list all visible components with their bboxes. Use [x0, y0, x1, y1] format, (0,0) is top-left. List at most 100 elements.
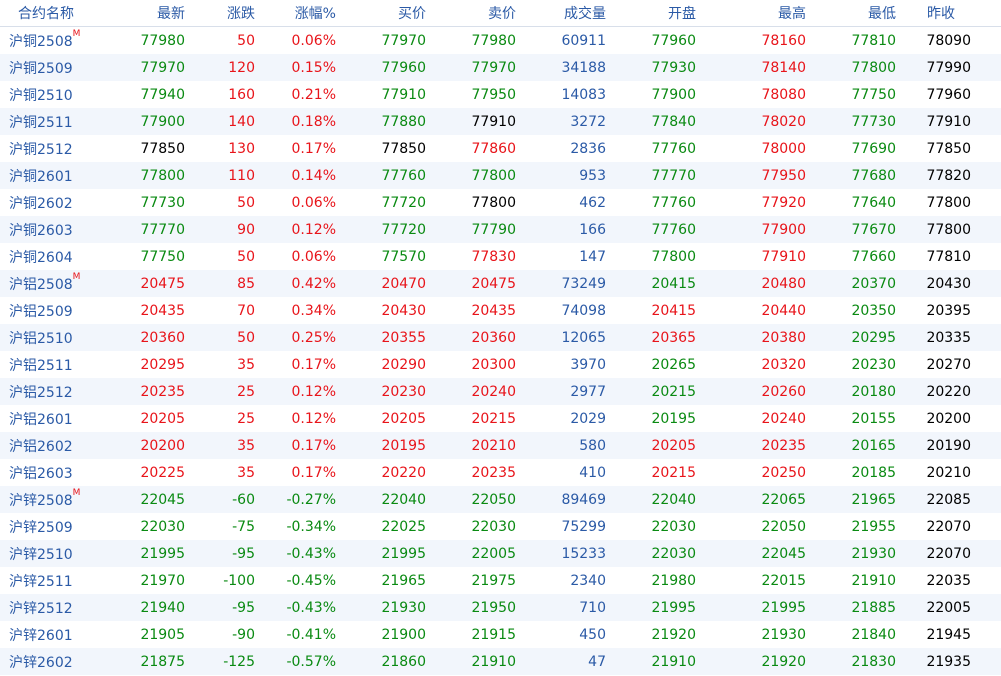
cell-volume: 3970: [570, 356, 606, 373]
table-row[interactable]: 沪锌2511 21970 -100 -0.45% 21965 21975 2340 21980…: [0, 567, 1001, 594]
cell-low: 20350: [851, 302, 896, 319]
cell-last: 21875: [140, 653, 185, 670]
table-row[interactable]: 沪铜2511 77900 140 0.18% 77880 77910 3272 77840 78…: [0, 108, 1001, 135]
main-contract-badge: M: [72, 487, 81, 498]
table-row[interactable]: 沪铝2509 20435 70 0.34% 20430 20435 74098 20415 20…: [0, 297, 1001, 324]
cell-contract-name: 沪铝2603: [0, 463, 105, 483]
cell-high: 77920: [761, 194, 806, 211]
cell-change-pct: 0.06%: [291, 248, 336, 265]
table-row[interactable]: 沪铜2509 77970 120 0.15% 77960 77970 34188 77930 7…: [0, 54, 1001, 81]
cell-high: 20440: [761, 302, 806, 319]
cell-change-pct: 0.21%: [291, 86, 336, 103]
table-row[interactable]: 沪锌2508 M 22045 -60 -0.27% 22040 22050 89469 2204…: [0, 486, 1001, 513]
cell-open: 20215: [651, 464, 696, 481]
contract-name-text: 沪铝2509: [9, 303, 73, 320]
cell-low: 77810: [851, 32, 896, 49]
cell-change-pct: -0.45%: [286, 572, 336, 589]
cell-high: 20320: [761, 356, 806, 373]
cell-prev-close: 20335: [926, 329, 971, 346]
cell-low: 20180: [851, 383, 896, 400]
cell-change: 50: [237, 248, 255, 265]
cell-contract-name: 沪铝2601: [0, 409, 105, 429]
table-row[interactable]: 沪铜2602 77730 50 0.06% 77720 77800 462 77760 7792…: [0, 189, 1001, 216]
cell-ask: 77830: [471, 248, 516, 265]
cell-volume: 14083: [561, 86, 606, 103]
table-row[interactable]: 沪铜2603 77770 90 0.12% 77720 77790 166 77760 7790…: [0, 216, 1001, 243]
table-row[interactable]: 沪锌2509 22030 -75 -0.34% 22025 22030 75299 22030…: [0, 513, 1001, 540]
table-row[interactable]: 沪锌2510 21995 -95 -0.43% 21995 22005 15233 22030…: [0, 540, 1001, 567]
table-row[interactable]: 沪铝2603 20225 35 0.17% 20220 20235 410 20215 2025…: [0, 459, 1001, 486]
cell-high: 20235: [761, 437, 806, 454]
cell-bid: 20430: [381, 302, 426, 319]
cell-bid: 77720: [381, 194, 426, 211]
cell-prev-close: 20210: [926, 464, 971, 481]
cell-contract-name: 沪铜2602: [0, 193, 105, 213]
col-header-change-pct[interactable]: 涨幅%: [255, 3, 336, 23]
table-row[interactable]: 沪铜2508 M 77980 50 0.06% 77970 77980 60911 77960 7…: [0, 27, 1001, 54]
table-row[interactable]: 沪铝2510 20360 50 0.25% 20355 20360 12065 20365 20…: [0, 324, 1001, 351]
cell-change-pct: 0.25%: [291, 329, 336, 346]
contract-name-text: 沪铜2510: [9, 87, 73, 104]
cell-bid: 77720: [381, 221, 426, 238]
col-header-ask[interactable]: 卖价: [426, 3, 516, 23]
table-row[interactable]: 沪铝2511 20295 35 0.17% 20290 20300 3970 20265 203…: [0, 351, 1001, 378]
cell-contract-name: 沪铝2508 M: [0, 272, 105, 294]
contract-name-text: 沪铜2509: [9, 60, 73, 77]
cell-change-pct: 0.17%: [291, 437, 336, 454]
cell-bid: 21930: [381, 599, 426, 616]
table-row[interactable]: 沪铝2601 20205 25 0.12% 20205 20215 2029 20195 202…: [0, 405, 1001, 432]
cell-open: 77760: [651, 221, 696, 238]
table-row[interactable]: 沪铜2604 77750 50 0.06% 77570 77830 147 77800 7791…: [0, 243, 1001, 270]
cell-change-pct: -0.43%: [286, 545, 336, 562]
cell-bid: 20230: [381, 383, 426, 400]
cell-bid: 21860: [381, 653, 426, 670]
cell-contract-name: 沪铝2511: [0, 355, 105, 375]
cell-change: -90: [232, 626, 255, 643]
cell-last: 77770: [140, 221, 185, 238]
col-header-name[interactable]: 合约名称: [0, 3, 105, 23]
col-header-low[interactable]: 最低: [806, 3, 896, 23]
table-row[interactable]: 沪铜2601 77800 110 0.14% 77760 77800 953 77770 779…: [0, 162, 1001, 189]
cell-change: 35: [237, 356, 255, 373]
cell-last: 21995: [140, 545, 185, 562]
col-header-high[interactable]: 最高: [696, 3, 806, 23]
col-header-last[interactable]: 最新: [105, 3, 185, 23]
table-row[interactable]: 沪铝2512 20235 25 0.12% 20230 20240 2977 20215 202…: [0, 378, 1001, 405]
cell-change: 25: [237, 410, 255, 427]
cell-contract-name: 沪铝2602: [0, 436, 105, 456]
cell-contract-name: 沪铜2509: [0, 58, 105, 78]
cell-volume: 710: [579, 599, 606, 616]
cell-open: 21910: [651, 653, 696, 670]
cell-ask: 22050: [471, 491, 516, 508]
cell-last: 21970: [140, 572, 185, 589]
cell-low: 77670: [851, 221, 896, 238]
cell-volume: 2029: [570, 410, 606, 427]
col-header-open[interactable]: 开盘: [606, 3, 696, 23]
cell-open: 21995: [651, 599, 696, 616]
table-row[interactable]: 沪铜2510 77940 160 0.21% 77910 77950 14083 77900 7…: [0, 81, 1001, 108]
cell-prev-close: 20270: [926, 356, 971, 373]
table-row[interactable]: 沪锌2602 21875 -125 -0.57% 21860 21910 47 21910 21…: [0, 648, 1001, 675]
cell-change-pct: 0.17%: [291, 356, 336, 373]
cell-high: 78000: [761, 140, 806, 157]
cell-low: 20185: [851, 464, 896, 481]
col-header-bid[interactable]: 买价: [336, 3, 426, 23]
cell-prev-close: 21935: [926, 653, 971, 670]
col-header-volume[interactable]: 成交量: [516, 3, 606, 23]
cell-prev-close: 20190: [926, 437, 971, 454]
cell-prev-close: 20200: [926, 410, 971, 427]
table-header: 合约名称 最新 涨跌 涨幅% 买价 卖价 成交量 开盘 最高 最低 昨收: [0, 0, 1001, 27]
col-header-prev-close[interactable]: 昨收: [896, 3, 981, 23]
cell-ask: 77950: [471, 86, 516, 103]
table-row[interactable]: 沪铜2512 77850 130 0.17% 77850 77860 2836 77760 78…: [0, 135, 1001, 162]
table-row[interactable]: 沪锌2512 21940 -95 -0.43% 21930 21950 710 21995 21…: [0, 594, 1001, 621]
table-row[interactable]: 沪铝2508 M 20475 85 0.42% 20470 20475 73249 20415 2…: [0, 270, 1001, 297]
cell-last: 77900: [140, 113, 185, 130]
cell-volume: 12065: [561, 329, 606, 346]
cell-last: 22030: [140, 518, 185, 535]
table-row[interactable]: 沪铝2602 20200 35 0.17% 20195 20210 580 20205 2023…: [0, 432, 1001, 459]
cell-change: -95: [232, 599, 255, 616]
col-header-change[interactable]: 涨跌: [185, 3, 255, 23]
table-row[interactable]: 沪锌2601 21905 -90 -0.41% 21900 21915 450 21920 21…: [0, 621, 1001, 648]
cell-bid: 22040: [381, 491, 426, 508]
